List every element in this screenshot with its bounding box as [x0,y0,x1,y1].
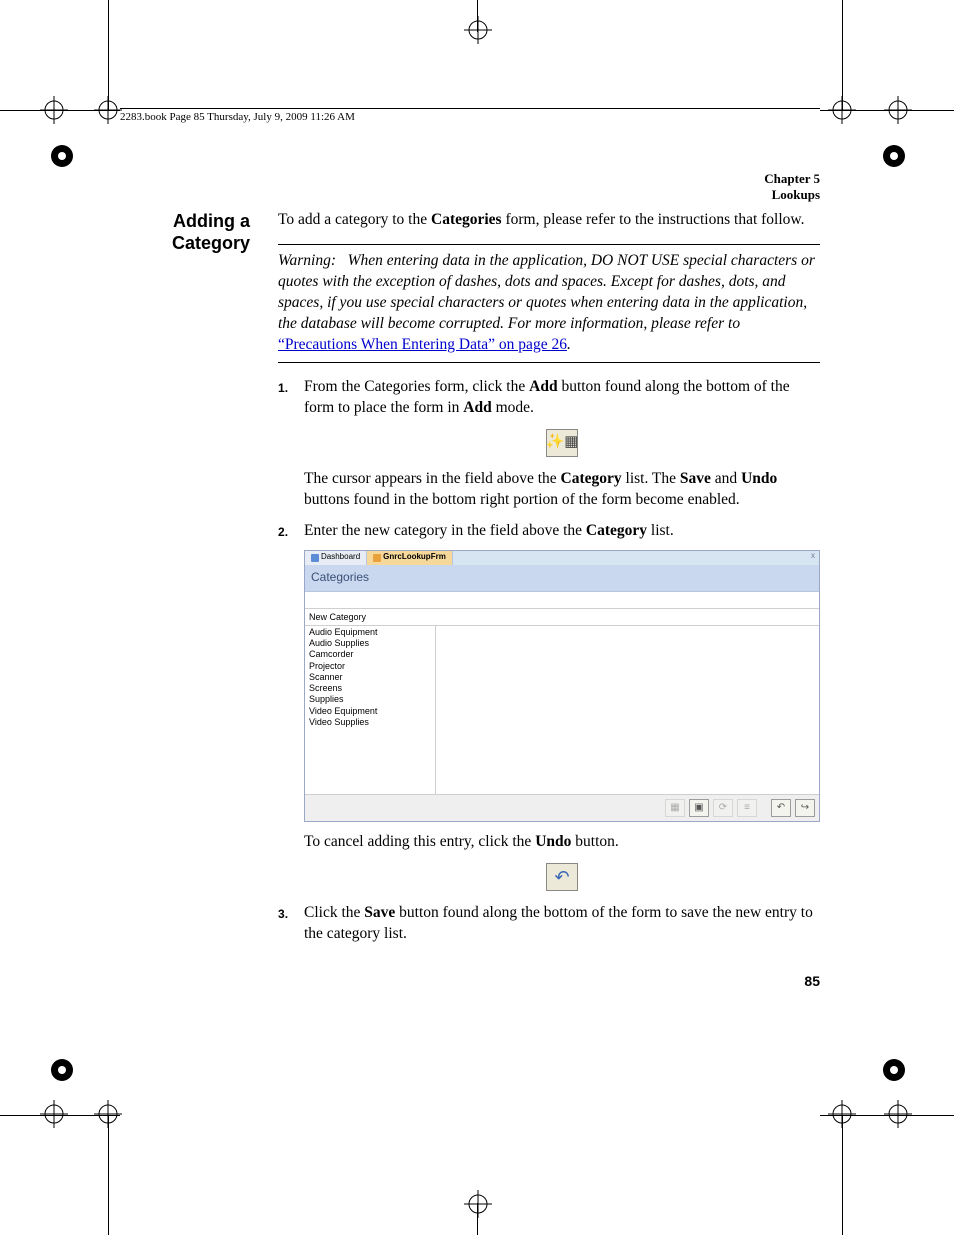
steps-list: From the Categories form, click the Add … [278,377,820,945]
tab-label: Dashboard [321,552,360,563]
list-item[interactable]: Projector [305,661,435,672]
registration-mark-icon [464,1190,492,1218]
list-item[interactable]: Scanner [305,672,435,683]
tab-label: GnrcLookupFrm [383,552,446,563]
step-2: Enter the new category in the field abov… [278,521,820,891]
list-item[interactable]: Camcorder [305,649,435,660]
warning-text: When entering data in the application, D… [278,252,815,332]
registration-mark-icon [464,16,492,44]
registration-donut-icon [882,1058,906,1082]
tab-icon [311,554,319,562]
category-list[interactable]: Audio Equipment Audio Supplies Camcorder… [305,626,436,794]
registration-mark-icon [828,96,856,124]
toolbar-refresh-button[interactable]: ⟳ [713,799,733,817]
section-body: To add a category to the Categories form… [278,210,820,955]
tab-gnrclookupfrm[interactable]: GnrcLookupFrm [367,551,453,565]
warning-block: Warning: When entering data in the appli… [278,244,820,363]
list-item[interactable]: Audio Equipment [305,627,435,638]
toolbar-undo-button[interactable]: ↶ [771,799,791,817]
categories-form-screenshot: Dashboard GnrcLookupFrm x Categories New… [304,550,820,822]
registration-mark-icon [884,96,912,124]
registration-donut-icon [882,144,906,168]
category-input[interactable]: New Category [305,609,819,626]
chapter-number: Chapter 5 [764,171,820,186]
list-item[interactable]: Audio Supplies [305,638,435,649]
toolbar-add-button[interactable]: ▦ [665,799,685,817]
step-3: Click the Save button found along the bo… [278,903,820,945]
registration-mark-icon [94,96,122,124]
tab-close-icon[interactable]: x [807,551,819,565]
page-number: 85 [804,972,820,991]
toolbar-list-button[interactable]: ≡ [737,799,757,817]
add-button-icon: ✨▦ [546,429,578,457]
registration-donut-icon [50,144,74,168]
form-toolbar: ▦ ▣ ⟳ ≡ ↶ ↪ [305,794,819,821]
registration-mark-icon [40,96,68,124]
precautions-link[interactable]: “Precautions When Entering Data” on page… [278,336,567,353]
toolbar-save-button[interactable]: ▣ [689,799,709,817]
list-item[interactable]: Screens [305,683,435,694]
intro-paragraph: To add a category to the Categories form… [278,210,820,231]
chapter-label: Chapter 5 Lookups [120,171,820,204]
registration-mark-icon [94,1100,122,1128]
registration-mark-icon [828,1100,856,1128]
section-heading: Adding a Category [120,210,250,955]
list-item[interactable]: Supplies [305,694,435,705]
registration-mark-icon [884,1100,912,1128]
warning-label: Warning: [278,252,336,269]
list-item[interactable]: Video Supplies [305,717,435,728]
tab-dashboard[interactable]: Dashboard [305,551,367,565]
undo-button-icon: ↶ [546,863,578,891]
list-item[interactable]: Video Equipment [305,706,435,717]
chapter-title: Lookups [772,187,820,202]
form-tabbar: Dashboard GnrcLookupFrm x [305,551,819,565]
page-content: 2283.book Page 85 Thursday, July 9, 2009… [120,108,820,955]
form-title: Categories [305,565,819,592]
step-1: From the Categories form, click the Add … [278,377,820,511]
registration-donut-icon [50,1058,74,1082]
registration-mark-icon [40,1100,68,1128]
toolbar-exit-button[interactable]: ↪ [795,799,815,817]
running-head: 2283.book Page 85 Thursday, July 9, 2009… [120,108,820,123]
tab-icon [373,554,381,562]
